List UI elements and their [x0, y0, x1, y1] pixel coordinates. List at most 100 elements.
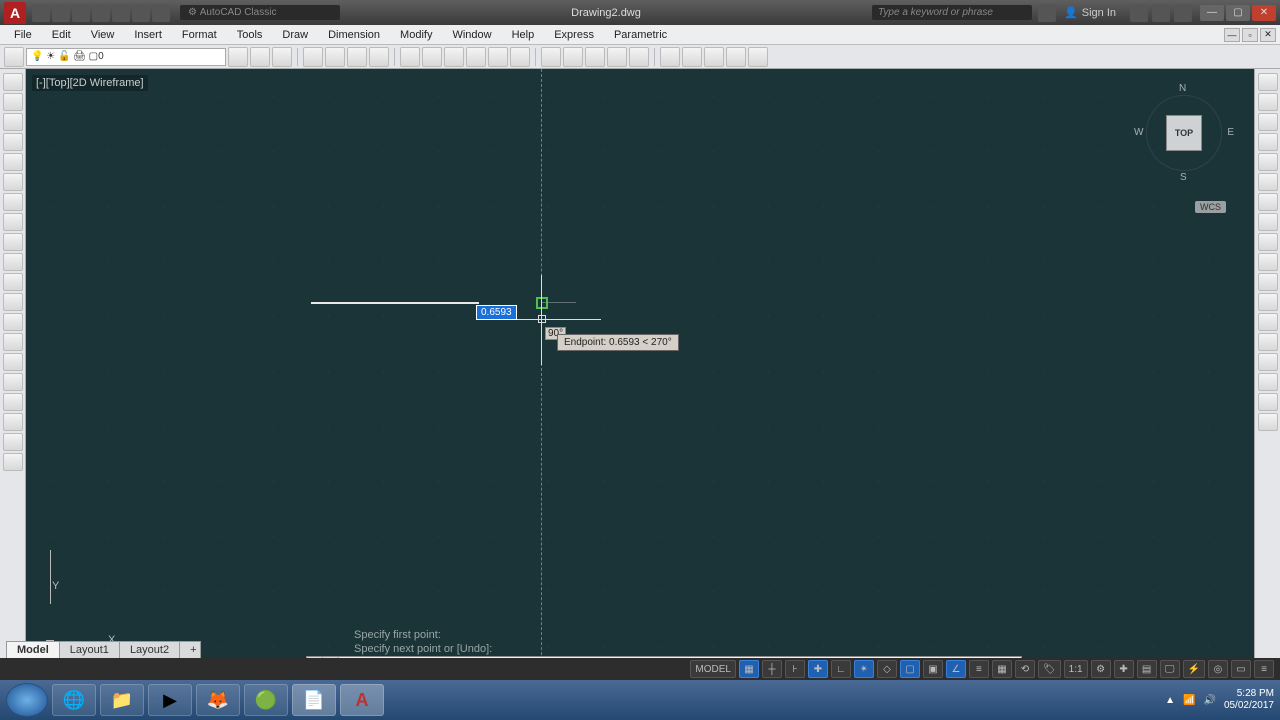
qat-open-icon[interactable]	[52, 4, 70, 22]
dynamic-distance-input[interactable]: 0.6593	[476, 305, 517, 320]
taskbar-mediaplayer-icon[interactable]: ▶	[148, 684, 192, 716]
status-polar-icon[interactable]: ✴	[854, 660, 874, 678]
search-input[interactable]: Type a keyword or phrase	[872, 5, 1032, 20]
ellipse-tool-icon[interactable]	[3, 253, 23, 271]
status-transparency-icon[interactable]: ▦	[992, 660, 1012, 678]
break-tool-icon[interactable]	[1258, 313, 1278, 331]
doc-minimize-button[interactable]: —	[1224, 28, 1240, 42]
qat-save-icon[interactable]	[72, 4, 90, 22]
minimize-button[interactable]: —	[1200, 5, 1224, 21]
layer-merge-icon[interactable]	[629, 47, 649, 67]
viewcube-east[interactable]: E	[1227, 127, 1234, 138]
maximize-button[interactable]: ▢	[1226, 5, 1250, 21]
status-snap-icon[interactable]: ┼	[762, 660, 782, 678]
autodesk-account-icon[interactable]	[1038, 4, 1056, 22]
menu-draw[interactable]: Draw	[272, 27, 318, 43]
stay-connected-icon[interactable]	[1152, 4, 1170, 22]
erase-tool-icon[interactable]	[1258, 73, 1278, 91]
menu-help[interactable]: Help	[502, 27, 545, 43]
stretch-tool-icon[interactable]	[1258, 233, 1278, 251]
tray-volume-icon[interactable]: 🔊	[1203, 695, 1215, 706]
menu-window[interactable]: Window	[442, 27, 501, 43]
layer-off-icon[interactable]	[369, 47, 389, 67]
drawing-canvas[interactable]: [-][Top][2D Wireframe] 0.6593 90° Endpoi…	[26, 69, 1254, 680]
status-selection-cycling-icon[interactable]: ⟲	[1015, 660, 1035, 678]
make-current-icon[interactable]	[400, 47, 420, 67]
point-tool-icon[interactable]	[3, 333, 23, 351]
status-ortho-icon[interactable]: ∟	[831, 660, 851, 678]
status-infer-icon[interactable]: ⊦	[785, 660, 805, 678]
viewcube[interactable]: N S W E TOP	[1134, 83, 1234, 183]
status-otrack-icon[interactable]: ∠	[946, 660, 966, 678]
layer-on-icon[interactable]	[422, 47, 442, 67]
layer-unlock-icon[interactable]	[488, 47, 508, 67]
menu-modify[interactable]: Modify	[390, 27, 442, 43]
array-tool-icon[interactable]	[1258, 153, 1278, 171]
layer-previous-icon[interactable]	[272, 47, 292, 67]
layer-properties-icon[interactable]	[4, 47, 24, 67]
tool-icon[interactable]	[682, 47, 702, 67]
status-annotation-visibility-icon[interactable]: ✚	[1114, 660, 1134, 678]
layer-uniso-icon[interactable]	[325, 47, 345, 67]
status-osnap-icon[interactable]: ▢	[900, 660, 920, 678]
layer-iso-icon[interactable]	[303, 47, 323, 67]
menu-tools[interactable]: Tools	[227, 27, 273, 43]
join-tool-icon[interactable]	[1258, 333, 1278, 351]
tray-flag-icon[interactable]: ▲	[1165, 695, 1175, 706]
spline-tool-icon[interactable]	[3, 233, 23, 251]
status-lineweight-icon[interactable]: ≡	[969, 660, 989, 678]
qat-saveas-icon[interactable]	[92, 4, 110, 22]
tab-model[interactable]: Model	[6, 641, 60, 658]
status-gear-icon[interactable]: ⚙	[1091, 660, 1111, 678]
tab-layout1[interactable]: Layout1	[59, 641, 120, 658]
start-button[interactable]	[6, 683, 48, 717]
gradient-tool-icon[interactable]	[3, 373, 23, 391]
mirror-tool-icon[interactable]	[1258, 113, 1278, 131]
menu-parametric[interactable]: Parametric	[604, 27, 677, 43]
arc-tool-icon[interactable]	[3, 173, 23, 191]
wcs-label[interactable]: WCS	[1195, 201, 1226, 213]
status-grid-icon[interactable]: ▦	[739, 660, 759, 678]
menu-file[interactable]: File	[4, 27, 42, 43]
add-selected-icon[interactable]	[3, 453, 23, 471]
layer-lock-icon[interactable]	[466, 47, 486, 67]
layer-states-icon[interactable]	[228, 47, 248, 67]
taskbar-chrome-icon[interactable]: 🟢	[244, 684, 288, 716]
taskbar-notepad-icon[interactable]: 📄	[292, 684, 336, 716]
layer-delete-icon[interactable]	[660, 47, 680, 67]
construction-line-icon[interactable]	[3, 93, 23, 111]
menu-express[interactable]: Express	[544, 27, 604, 43]
viewcube-north[interactable]: N	[1179, 83, 1186, 94]
status-iso-icon[interactable]: ◇	[877, 660, 897, 678]
copy-tool-icon[interactable]	[1258, 93, 1278, 111]
make-block-icon[interactable]	[3, 313, 23, 331]
status-model-button[interactable]: MODEL	[690, 660, 736, 678]
tool-icon[interactable]	[748, 47, 768, 67]
circle-tool-icon[interactable]	[3, 193, 23, 211]
layer-thaw-icon[interactable]	[444, 47, 464, 67]
status-hardware-accel-icon[interactable]: ⚡	[1183, 660, 1205, 678]
scale-tool-icon[interactable]	[1258, 213, 1278, 231]
taskbar-explorer-icon[interactable]: 📁	[100, 684, 144, 716]
trim-tool-icon[interactable]	[1258, 253, 1278, 271]
add-layout-button[interactable]: +	[179, 641, 201, 658]
tray-network-icon[interactable]: 📶	[1183, 695, 1195, 706]
mtext-tool-icon[interactable]	[3, 433, 23, 451]
status-cleanscreen-icon[interactable]: ▭	[1231, 660, 1251, 678]
workspace-selector[interactable]: ⚙ AutoCAD Classic	[180, 5, 340, 20]
doc-close-button[interactable]: ✕	[1260, 28, 1276, 42]
rectangle-tool-icon[interactable]	[3, 153, 23, 171]
menu-view[interactable]: View	[81, 27, 125, 43]
change-layer-icon[interactable]	[510, 47, 530, 67]
rotate-tool-icon[interactable]	[1258, 193, 1278, 211]
viewcube-south[interactable]: S	[1180, 172, 1187, 183]
doc-restore-button[interactable]: ▫	[1242, 28, 1258, 42]
menu-dimension[interactable]: Dimension	[318, 27, 390, 43]
close-button[interactable]: ✕	[1252, 5, 1276, 21]
qat-undo-icon[interactable]	[132, 4, 150, 22]
viewcube-west[interactable]: W	[1134, 127, 1143, 138]
revcloud-tool-icon[interactable]	[3, 213, 23, 231]
status-workspace-icon[interactable]: ▤	[1137, 660, 1157, 678]
layer-freeze-icon[interactable]	[347, 47, 367, 67]
tab-layout2[interactable]: Layout2	[119, 641, 180, 658]
